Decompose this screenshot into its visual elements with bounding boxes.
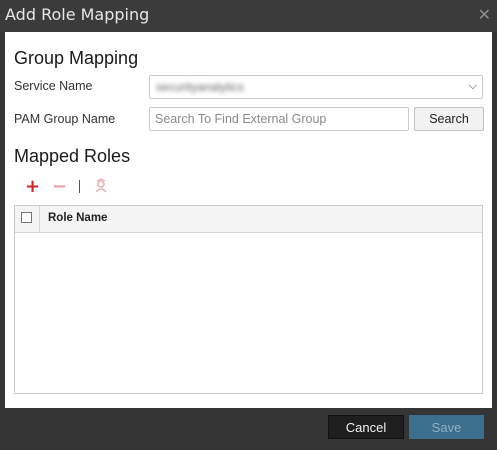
- table-header: Role Name: [15, 206, 482, 233]
- dialog-title: Add Role Mapping: [5, 5, 150, 24]
- select-all-cell: [15, 206, 40, 232]
- service-name-label: Service Name: [14, 79, 93, 93]
- save-button[interactable]: Save: [409, 415, 484, 439]
- toolbar-divider: [79, 180, 80, 193]
- role-icon[interactable]: [93, 178, 109, 194]
- select-all-checkbox[interactable]: [21, 212, 32, 223]
- cancel-button[interactable]: Cancel: [328, 415, 404, 439]
- add-icon[interactable]: +: [25, 178, 40, 196]
- pam-group-name-label: PAM Group Name: [14, 112, 116, 126]
- search-button[interactable]: Search: [414, 107, 484, 131]
- mapped-roles-heading: Mapped Roles: [14, 146, 131, 166]
- mapped-roles-table: Role Name: [14, 205, 483, 394]
- dialog-titlebar: Add Role Mapping ✕: [0, 0, 497, 32]
- add-role-mapping-dialog: Add Role Mapping ✕ Group Mapping Service…: [0, 0, 497, 450]
- group-mapping-heading: Group Mapping: [14, 48, 139, 68]
- service-name-select[interactable]: securityanalytics ⌵: [149, 75, 483, 99]
- dialog-content: Group Mapping Service Name securityanaly…: [5, 32, 492, 408]
- close-icon[interactable]: ✕: [478, 5, 491, 24]
- remove-icon[interactable]: −: [52, 178, 67, 196]
- chevron-down-icon: ⌵: [468, 79, 477, 92]
- pam-group-search-input[interactable]: [149, 107, 409, 131]
- column-header-role-name[interactable]: Role Name: [48, 212, 107, 224]
- service-name-value: securityanalytics: [156, 80, 245, 94]
